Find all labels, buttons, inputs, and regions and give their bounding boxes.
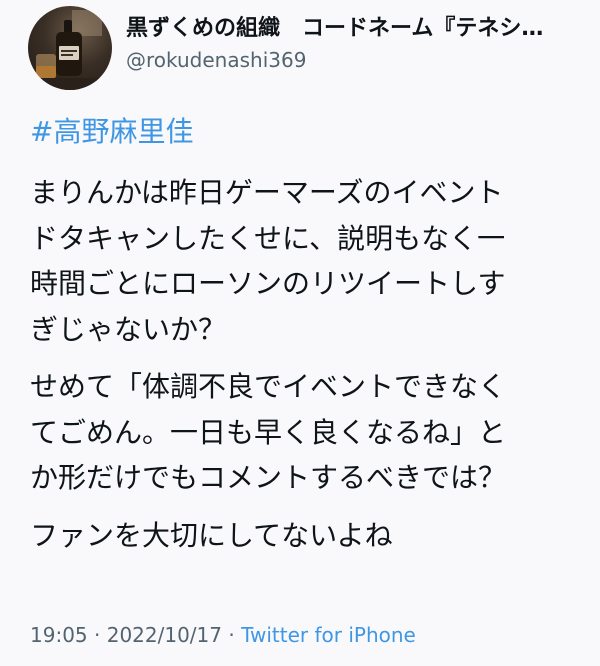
tweet-source-link[interactable]: Twitter for iPhone [241, 623, 416, 647]
tweet-text: #高野麻里佳 まりんかは昨日ゲーマーズのイベント ドタキャンしたくせに、説明もな… [30, 112, 585, 570]
tweet-line: まりんかは昨日ゲーマーズのイベント [30, 176, 504, 209]
tweet-header: 黒ずくめの組織 コードネーム『テネシ… @rokudenashi369 [16, 4, 586, 92]
tweet-date[interactable]: 2022/10/17 [107, 623, 222, 647]
meta-separator: · [228, 623, 235, 647]
tweet-meta: 19:05 · 2022/10/17 · Twitter for iPhone [30, 620, 416, 650]
tweet-line: か形だけでもコメントするべきでは？ [30, 461, 507, 494]
tweet-line: ファンを大切にしてないよね [30, 518, 393, 552]
tweet-paragraph-2: せめて「体調不良でイベントできなく てごめん。一日も早く良くなるね」と か形だけ… [30, 364, 585, 501]
hashtag-link[interactable]: #高野麻里佳 [30, 112, 585, 152]
tweet-line: 時間ごとにローソンのリツイートしす [30, 267, 506, 300]
meta-separator: · [94, 623, 101, 647]
whiskey-bottle-icon [28, 10, 112, 90]
author-block: 黒ずくめの組織 コードネーム『テネシ… @rokudenashi369 [126, 14, 582, 74]
avatar[interactable] [28, 6, 112, 90]
tweet-paragraph-3: ファンを大切にしてないよね [30, 513, 585, 559]
author-display-name[interactable]: 黒ずくめの組織 コードネーム『テネシ… [126, 14, 582, 44]
tweet-paragraph-1: まりんかは昨日ゲーマーズのイベント ドタキャンしたくせに、説明もなく一 時間ごと… [30, 170, 585, 352]
tweet-line: てごめん。一日も早く良くなるね」と [30, 415, 507, 449]
tweet-line: せめて「体調不良でイベントできなく [30, 370, 507, 403]
tweet-line: ドタキャンしたくせに、説明もなく一 [30, 221, 506, 255]
tweet-line: ぎじゃないか？ [30, 312, 227, 346]
author-handle[interactable]: @rokudenashi369 [126, 46, 582, 74]
tweet-time[interactable]: 19:05 [30, 623, 88, 647]
